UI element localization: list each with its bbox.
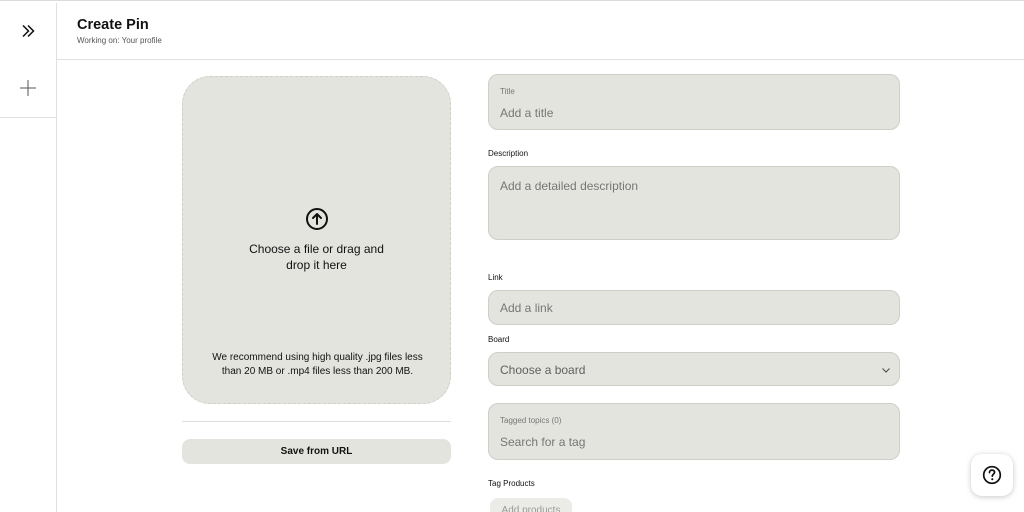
upload-instructions: Choose a file or drag and drop it here [183, 241, 450, 273]
help-button[interactable] [971, 454, 1013, 496]
page-title: Create Pin [77, 17, 149, 33]
arrow-up-circle-icon [306, 208, 328, 230]
save-from-url-button[interactable]: Save from URL [182, 439, 451, 464]
upload-note-line1: We recommend using high quality .jpg fil… [212, 352, 423, 363]
description-label: Description [488, 149, 529, 158]
add-products-button[interactable]: Add products [490, 498, 572, 512]
page-header: Create Pin Working on: Your profile [57, 3, 1024, 60]
upload-instructions-line2: drop it here [286, 258, 347, 272]
double-chevron-right-icon [22, 24, 35, 38]
link-field[interactable]: Add a link [488, 290, 900, 325]
description-field[interactable]: Add a detailed description [488, 166, 900, 240]
sidebar-divider [0, 117, 56, 118]
left-sidebar [0, 3, 57, 512]
title-label: Title [500, 87, 515, 96]
tagged-topics-label: Tagged topics (0) [500, 416, 562, 425]
media-upload-dropzone[interactable]: Choose a file or drag and drop it here W… [182, 76, 451, 404]
upload-divider [182, 421, 451, 422]
question-circle-icon [982, 465, 1002, 485]
title-placeholder: Add a title [500, 106, 554, 120]
board-select[interactable]: Choose a board [488, 352, 900, 386]
upload-note-line2: than 20 MB or .mp4 files less than 200 M… [221, 366, 414, 377]
link-label: Link [488, 273, 503, 282]
plus-icon [20, 80, 36, 96]
create-button[interactable] [0, 60, 56, 116]
description-placeholder: Add a detailed description [500, 179, 639, 193]
upload-instructions-line1: Choose a file or drag and [249, 242, 384, 256]
title-field[interactable]: Title Add a title [488, 74, 900, 130]
upload-recommendation: We recommend using high quality .jpg fil… [197, 351, 438, 379]
tag-search-placeholder: Search for a tag [500, 435, 586, 449]
expand-sidebar-button[interactable] [0, 3, 56, 59]
link-placeholder: Add a link [500, 301, 553, 315]
page-subtitle: Working on: Your profile [77, 36, 162, 45]
board-label: Board [488, 335, 510, 344]
tag-products-label: Tag Products [488, 479, 535, 488]
chevron-down-icon [882, 368, 890, 373]
board-select-value: Choose a board [500, 363, 586, 377]
tagged-topics-field[interactable]: Tagged topics (0) Search for a tag [488, 403, 900, 460]
